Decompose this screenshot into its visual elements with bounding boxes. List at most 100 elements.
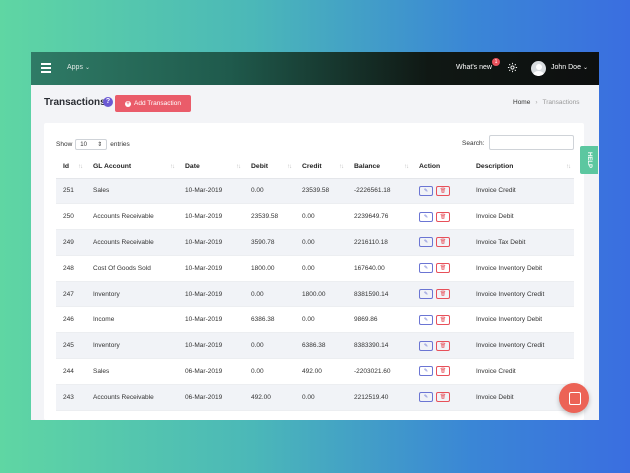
edit-icon[interactable]: ✎ bbox=[419, 263, 433, 274]
cell-date: 10-Mar-2019 bbox=[178, 306, 244, 334]
chat-icon[interactable] bbox=[559, 383, 589, 413]
transactions-table: Id ↑↓ GL Account ↑↓ Date ↑↓ Debit ↑↓ Credit ↑… bbox=[56, 156, 574, 411]
breadcrumb: Home › Transactions bbox=[513, 99, 579, 106]
table-row: 247 Inventory 10-Mar-2019 0.00 1800.00 838159… bbox=[56, 281, 574, 308]
cell-date: 06-Mar-2019 bbox=[178, 384, 244, 411]
column-header-action: Action bbox=[412, 156, 469, 179]
cell-id: 244 bbox=[56, 358, 86, 385]
edit-icon[interactable]: ✎ bbox=[419, 314, 433, 325]
whats-new-link[interactable]: What's new bbox=[456, 64, 492, 71]
edit-icon[interactable]: ✎ bbox=[419, 366, 433, 377]
trash-icon[interactable]: 🗑 bbox=[436, 237, 450, 248]
cell-date: 10-Mar-2019 bbox=[178, 255, 244, 282]
edit-icon[interactable]: ✎ bbox=[419, 237, 433, 248]
cell-credit: 0.00 bbox=[295, 255, 347, 282]
add-transaction-button[interactable]: + Add Transaction bbox=[115, 95, 191, 112]
user-name: John Doe bbox=[551, 64, 581, 71]
sort-icon: ↑↓ bbox=[404, 164, 409, 170]
trash-icon[interactable]: 🗑 bbox=[436, 340, 450, 351]
cell-id: 245 bbox=[56, 332, 86, 360]
cell-debit: 0.00 bbox=[244, 332, 295, 360]
cell-action: ✎ 🗑 bbox=[412, 203, 469, 231]
cell-action: ✎ 🗑 bbox=[412, 229, 469, 256]
table-row: 250 Accounts Receivable 10-Mar-2019 23539.5… bbox=[56, 203, 574, 231]
cell-credit: 0.00 bbox=[295, 229, 347, 256]
cell-action: ✎ 🗑 bbox=[412, 384, 469, 411]
cell-id: 249 bbox=[56, 229, 86, 256]
page-title: Transactions bbox=[44, 97, 106, 108]
table-row: 248 Cost Of Goods Sold 10-Mar-2019 1800.00 0… bbox=[56, 255, 574, 282]
search-label: Search: bbox=[462, 140, 485, 147]
column-header-date[interactable]: Date ↑↓ bbox=[178, 156, 244, 179]
trash-icon[interactable]: 🗑 bbox=[436, 211, 450, 222]
trash-icon[interactable]: 🗑 bbox=[436, 392, 450, 403]
cell-description: Invoice Credit bbox=[469, 358, 574, 385]
hamburger-icon[interactable] bbox=[41, 63, 51, 73]
cell-date: 10-Mar-2019 bbox=[178, 332, 244, 360]
show-label: Show bbox=[56, 141, 73, 148]
cell-balance: 9869.86 bbox=[347, 306, 412, 334]
cell-balance: 167640.00 bbox=[347, 255, 412, 282]
trash-icon[interactable]: 🗑 bbox=[436, 263, 450, 274]
trash-icon[interactable]: 🗑 bbox=[436, 314, 450, 325]
column-header-id[interactable]: Id ↑↓ bbox=[56, 156, 86, 179]
entries-value: 10 bbox=[80, 141, 87, 148]
breadcrumb-home[interactable]: Home bbox=[513, 99, 530, 106]
cell-date: 10-Mar-2019 bbox=[178, 178, 244, 205]
cell-action: ✎ 🗑 bbox=[412, 281, 469, 308]
column-header-description[interactable]: Description ↑↓ bbox=[469, 156, 574, 179]
apps-menu[interactable]: Apps ⌄ bbox=[67, 64, 90, 71]
sort-icon: ↑↓ bbox=[287, 164, 292, 170]
cell-id: 250 bbox=[56, 203, 86, 231]
sort-icon: ↑↓ bbox=[170, 164, 175, 170]
search-input[interactable] bbox=[489, 135, 574, 150]
help-icon[interactable]: ? bbox=[103, 97, 113, 107]
sort-icon: ↑↓ bbox=[566, 164, 571, 170]
trash-icon[interactable]: 🗑 bbox=[436, 366, 450, 377]
cell-debit: 492.00 bbox=[244, 384, 295, 411]
table-row: 251 Sales 10-Mar-2019 0.00 23539.58 -2226561.… bbox=[56, 178, 574, 205]
gear-icon[interactable] bbox=[507, 62, 518, 73]
column-header-gl-account[interactable]: GL Account ↑↓ bbox=[86, 156, 178, 179]
entries-select[interactable]: 10 ⇕ bbox=[75, 139, 108, 150]
sort-icon: ↑↓ bbox=[236, 164, 241, 170]
user-menu[interactable]: John Doe ⌄ bbox=[551, 64, 588, 71]
cell-description: Invoice Inventory Credit bbox=[469, 281, 574, 308]
cell-action: ✎ 🗑 bbox=[412, 255, 469, 282]
cell-balance: -2226561.18 bbox=[347, 178, 412, 205]
cell-balance: -2203021.60 bbox=[347, 358, 412, 385]
column-header-debit[interactable]: Debit ↑↓ bbox=[244, 156, 295, 179]
cell-description: Invoice Credit bbox=[469, 178, 574, 205]
edit-icon[interactable]: ✎ bbox=[419, 289, 433, 300]
edit-icon[interactable]: ✎ bbox=[419, 211, 433, 222]
edit-icon[interactable]: ✎ bbox=[419, 392, 433, 403]
trash-icon[interactable]: 🗑 bbox=[436, 185, 450, 196]
column-header-credit[interactable]: Credit ↑↓ bbox=[295, 156, 347, 179]
cell-credit: 492.00 bbox=[295, 358, 347, 385]
cell-credit: 23539.58 bbox=[295, 178, 347, 205]
cell-id: 246 bbox=[56, 306, 86, 334]
apps-label: Apps bbox=[67, 64, 83, 71]
cell-date: 06-Mar-2019 bbox=[178, 358, 244, 385]
cell-balance: 2216110.18 bbox=[347, 229, 412, 256]
plus-icon: + bbox=[125, 100, 131, 107]
cell-debit: 0.00 bbox=[244, 178, 295, 205]
table-header-row: Id ↑↓ GL Account ↑↓ Date ↑↓ Debit ↑↓ Credit ↑… bbox=[56, 156, 574, 179]
add-transaction-label: Add Transaction bbox=[134, 100, 181, 107]
edit-icon[interactable]: ✎ bbox=[419, 340, 433, 351]
cell-description: Invoice Inventory Debit bbox=[469, 306, 574, 334]
select-arrows-icon: ⇕ bbox=[97, 142, 103, 148]
avatar[interactable] bbox=[531, 61, 546, 76]
cell-date: 10-Mar-2019 bbox=[178, 203, 244, 231]
cell-description: Invoice Inventory Credit bbox=[469, 332, 574, 360]
cell-description: Invoice Debit bbox=[469, 203, 574, 231]
help-tab[interactable]: HELP bbox=[580, 146, 598, 174]
notification-badge: 1 bbox=[492, 58, 500, 66]
table-row: 243 Accounts Receivable 06-Mar-2019 492.00 0… bbox=[56, 384, 574, 411]
column-header-balance[interactable]: Balance ↑↓ bbox=[347, 156, 412, 179]
cell-date: 10-Mar-2019 bbox=[178, 281, 244, 308]
top-navbar: Apps ⌄ What's new 1 John Doe ⌄ bbox=[31, 52, 599, 85]
transactions-card: Show 10 ⇕ entries Search: Id ↑↓ GL Account… bbox=[44, 123, 584, 420]
trash-icon[interactable]: 🗑 bbox=[436, 289, 450, 300]
edit-icon[interactable]: ✎ bbox=[419, 185, 433, 196]
